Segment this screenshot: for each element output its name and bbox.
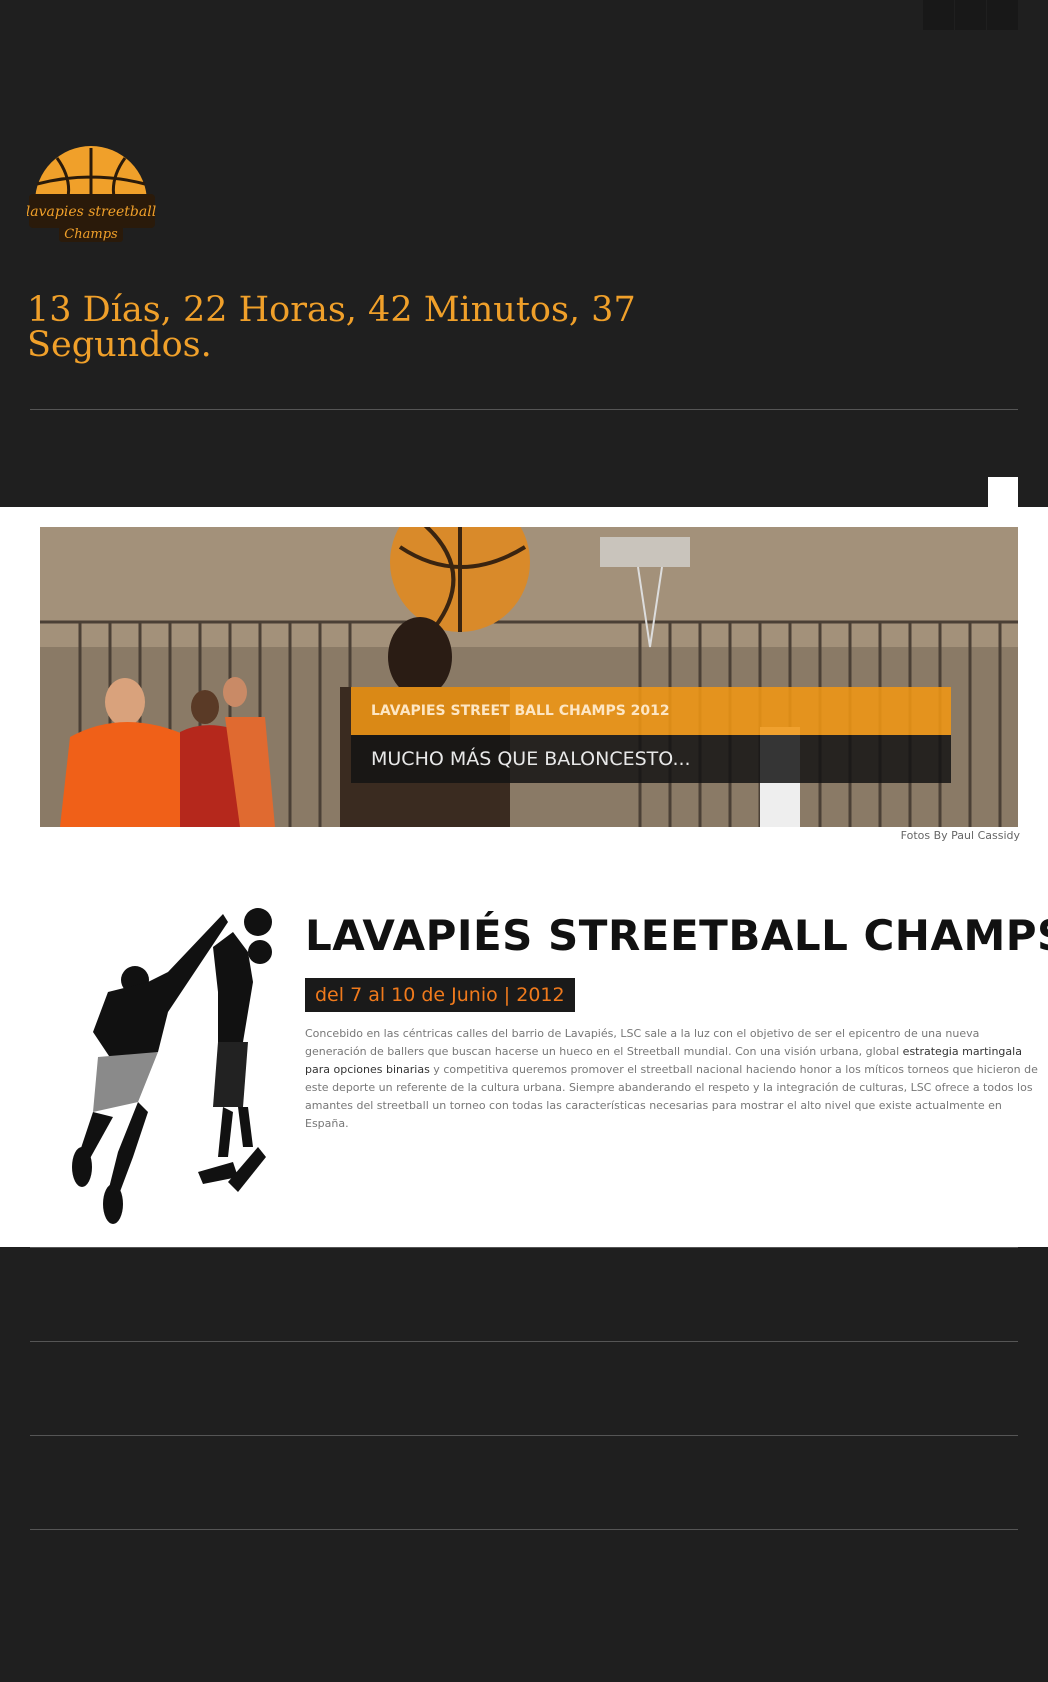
divider (30, 1435, 1018, 1436)
intro-paragraph: Concebido en las céntricas calles del ba… (305, 1025, 1038, 1133)
site-logo[interactable]: lavapies streetball Champs (26, 140, 159, 245)
slide-caption-subtitle[interactable]: MUCHO MÁS QUE BALONCESTO... (351, 735, 951, 783)
event-countdown: 13 Días, 22 Horas, 42 Minutos, 37 Segund… (27, 290, 636, 365)
social-button-1[interactable] (923, 0, 954, 30)
social-button-3[interactable] (987, 0, 1018, 30)
intro-text-1: Concebido en las céntricas calles del ba… (305, 1027, 980, 1058)
divider (30, 409, 1018, 410)
photo-credit: Fotos By Paul Cassidy (900, 829, 1020, 842)
event-dates: del 7 al 10 de Junio | 2012 (305, 978, 575, 1012)
top-icon-bar (923, 0, 1018, 30)
content-area: LAVAPIES STREET BALL CHAMPS 2012 MUCHO M… (0, 507, 1048, 1247)
white-tab (988, 477, 1018, 507)
logo-text-champs: Champs (64, 227, 118, 242)
divider (30, 1247, 1018, 1248)
slide-caption-title[interactable]: LAVAPIES STREET BALL CHAMPS 2012 (351, 687, 951, 735)
logo-text: lavapies streetball (27, 204, 156, 220)
divider (30, 1341, 1018, 1342)
social-button-2[interactable] (955, 0, 986, 30)
hero-slider[interactable]: LAVAPIES STREET BALL CHAMPS 2012 MUCHO M… (40, 527, 1018, 827)
page-title: LAVAPIÉS STREETBALL CHAMPS (305, 911, 1048, 960)
divider (30, 1529, 1018, 1530)
players-illustration (38, 892, 288, 1232)
